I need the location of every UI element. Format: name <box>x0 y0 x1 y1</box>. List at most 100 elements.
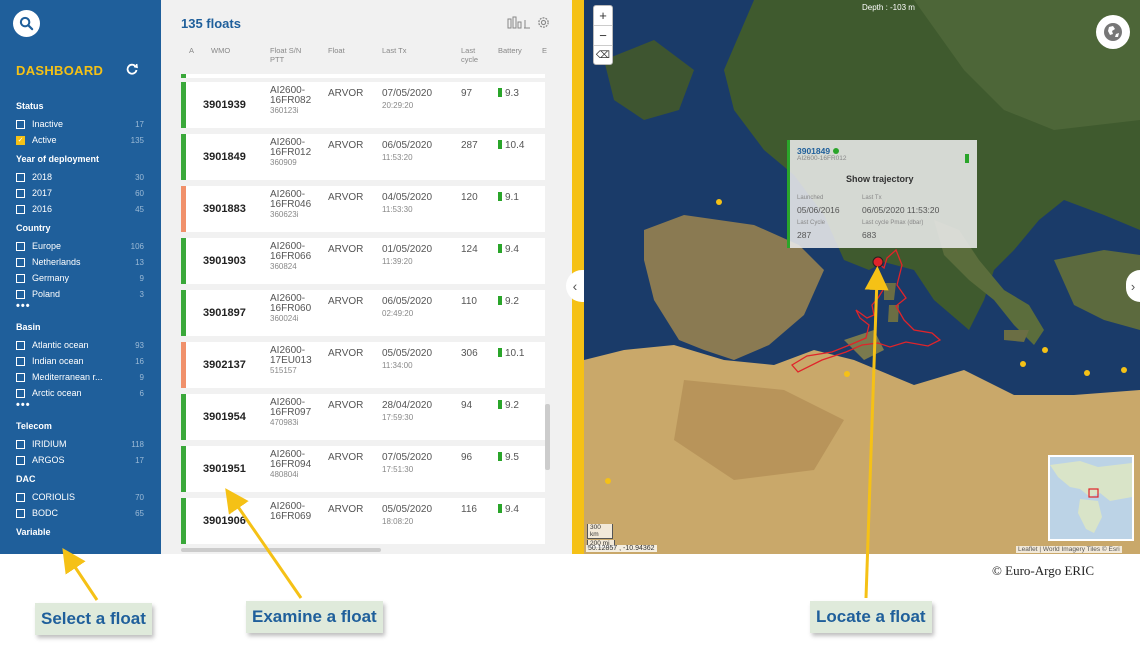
battery-icon <box>498 140 502 149</box>
filter-option[interactable]: 2017 60 <box>16 185 144 201</box>
filter-option-count: 3 <box>139 289 144 299</box>
filter-option[interactable]: Atlantic ocean 93 <box>16 337 144 353</box>
filter-option-count: 93 <box>135 340 144 350</box>
zoom-out-button[interactable]: − <box>594 25 612 45</box>
filter-option[interactable]: 2016 45 <box>16 201 144 217</box>
filter-option[interactable]: ✓ Active 135 <box>16 132 144 148</box>
filter-option[interactable]: Germany 9 <box>16 270 144 286</box>
filter-group-title: DAC <box>16 474 36 484</box>
filter-option[interactable]: BODC 65 <box>16 505 144 521</box>
filter-option-count: 9 <box>139 273 144 283</box>
show-more-button[interactable]: ••• <box>16 301 144 316</box>
filter-option[interactable]: Inactive 17 <box>16 116 144 132</box>
filter-groups: Status Inactive 17 ✓ Active 135 Year of deploy… <box>16 95 144 542</box>
vertical-scrollbar[interactable] <box>545 404 550 470</box>
overview-minimap[interactable] <box>1048 455 1134 541</box>
checkbox-icon[interactable] <box>16 492 25 502</box>
filter-option-count: 135 <box>130 135 144 145</box>
examine-float-label: Examine a float <box>246 601 383 633</box>
filter-option[interactable]: IRIDIUM 118 <box>16 436 144 452</box>
table-row[interactable]: 3901897 AI2600- 16FR060 360024i ARVOR 06/05/2… <box>181 290 545 336</box>
table-row[interactable]: 360009 <box>181 74 545 78</box>
col-last-tx[interactable]: Last Tx <box>382 46 406 55</box>
chart-icon[interactable] <box>507 16 531 29</box>
filter-sidebar: DASHBOARD Status Inactive 17 ✓ Active 135 Year… <box>0 0 161 554</box>
search-button[interactable] <box>13 10 40 37</box>
checkbox-icon[interactable] <box>16 188 25 198</box>
filter-option-label: Atlantic ocean <box>32 340 89 350</box>
status-bar <box>181 238 186 284</box>
checkbox-icon[interactable] <box>16 439 25 449</box>
filter-option-label: IRIDIUM <box>32 439 67 449</box>
table-row[interactable]: 3901906 AI2600- 16FR069 ARVOR 05/05/2020 18:0… <box>181 498 545 544</box>
row-last-cycle: 94 <box>461 400 473 411</box>
col-sn[interactable]: Float S/N PTT <box>270 46 301 64</box>
checkbox-icon[interactable] <box>16 241 25 251</box>
col-battery[interactable]: Battery <box>498 46 522 55</box>
list-tools <box>507 16 550 29</box>
filter-option-label: BODC <box>32 508 59 518</box>
filter-option-count: 30 <box>135 172 144 182</box>
checkbox-icon[interactable] <box>16 372 25 382</box>
refresh-icon[interactable] <box>126 63 138 78</box>
row-last-cycle: 287 <box>461 140 478 151</box>
checkbox-icon[interactable] <box>16 356 25 366</box>
table-row[interactable]: 3901951 AI2600- 16FR094 480804i ARVOR 07/05/2… <box>181 446 545 492</box>
filter-option[interactable]: Arctic ocean 6 <box>16 385 144 401</box>
settings-gear-icon[interactable] <box>537 16 550 29</box>
zoom-in-button[interactable]: + <box>594 6 612 25</box>
filter-option[interactable]: ARGOS 17 <box>16 452 144 468</box>
col-extra[interactable]: E <box>542 46 547 55</box>
checkbox-icon[interactable] <box>16 289 25 299</box>
filter-option[interactable]: 2018 30 <box>16 169 144 185</box>
filter-option-count: 65 <box>135 508 144 518</box>
table-row[interactable]: 3901903 AI2600- 16FR066 360824 ARVOR 01/05/20… <box>181 238 545 284</box>
eraser-icon[interactable]: ⌫ <box>594 45 612 65</box>
filter-option[interactable]: Netherlands 13 <box>16 254 144 270</box>
checkbox-icon[interactable] <box>16 257 25 267</box>
map-attribution[interactable]: Leaflet | World Imagery Tiles © Esri <box>1016 546 1122 553</box>
row-battery: 9.2 <box>498 400 519 411</box>
table-row[interactable]: 3901849 AI2600- 16FR012 360909 ARVOR 06/05/20… <box>181 134 545 180</box>
row-wmo: 3901906 <box>203 515 246 527</box>
last-cycle-value: 287 <box>797 230 812 240</box>
col-a[interactable]: A <box>189 46 194 55</box>
col-float[interactable]: Float <box>328 46 345 55</box>
row-last-tx: 01/05/2020 11:39:20 <box>382 244 433 266</box>
checkbox-icon[interactable] <box>16 340 25 350</box>
checkbox-icon[interactable] <box>16 119 25 129</box>
show-more-button[interactable]: ••• <box>16 400 144 415</box>
filter-option[interactable]: Poland 3 <box>16 286 144 302</box>
depth-readout: Depth : -103 m <box>862 3 915 12</box>
table-row[interactable]: 3901954 AI2600- 16FR097 470983i ARVOR 28/04/2… <box>181 394 545 440</box>
row-last-tx: 06/05/2020 02:49:20 <box>382 296 433 318</box>
table-row[interactable]: 3902137 AI2600- 17EU013 515157 ARVOR 05/05/20… <box>181 342 545 388</box>
checkbox-icon[interactable] <box>16 388 25 398</box>
checkbox-icon[interactable] <box>16 455 25 465</box>
pmax-label: Last cycle Pmax (dbar) <box>862 220 924 226</box>
horizontal-scrollbar[interactable] <box>181 548 381 552</box>
row-last-tx: 07/05/2020 17:51:30 <box>382 452 433 474</box>
checkbox-icon[interactable] <box>16 172 25 182</box>
battery-icon <box>498 244 502 253</box>
row-wmo: 3901849 <box>203 151 246 163</box>
filter-option-count: 16 <box>135 356 144 366</box>
col-last-cycle[interactable]: Last cycle <box>461 46 478 64</box>
col-wmo[interactable]: WMO <box>211 46 230 55</box>
filter-option[interactable]: Europe 106 <box>16 238 144 254</box>
filter-option[interactable]: Mediterranean r... 9 <box>16 369 144 385</box>
checkbox-icon[interactable] <box>16 508 25 518</box>
filter-option[interactable]: Indian ocean 16 <box>16 353 144 369</box>
row-last-tx: 05/05/2020 18:08:20 <box>382 504 433 526</box>
status-bar <box>181 186 186 232</box>
table-row[interactable]: 3901939 AI2600- 16FR082 360123i ARVOR 07/05/2… <box>181 82 545 128</box>
checkbox-icon[interactable] <box>16 273 25 283</box>
filter-option[interactable]: CORIOLIS 70 <box>16 489 144 505</box>
filter-option-label: Arctic ocean <box>32 388 82 398</box>
table-row[interactable]: 3901883 AI2600- 16FR046 360623i ARVOR 04/05/2… <box>181 186 545 232</box>
checkbox-icon[interactable] <box>16 204 25 214</box>
show-trajectory-button[interactable]: Show trajectory <box>846 174 914 184</box>
row-serial: AI2600- 16FR094 480804i <box>270 449 312 480</box>
checkbox-checked-icon[interactable]: ✓ <box>16 135 25 145</box>
globe-view-button[interactable] <box>1096 15 1130 49</box>
